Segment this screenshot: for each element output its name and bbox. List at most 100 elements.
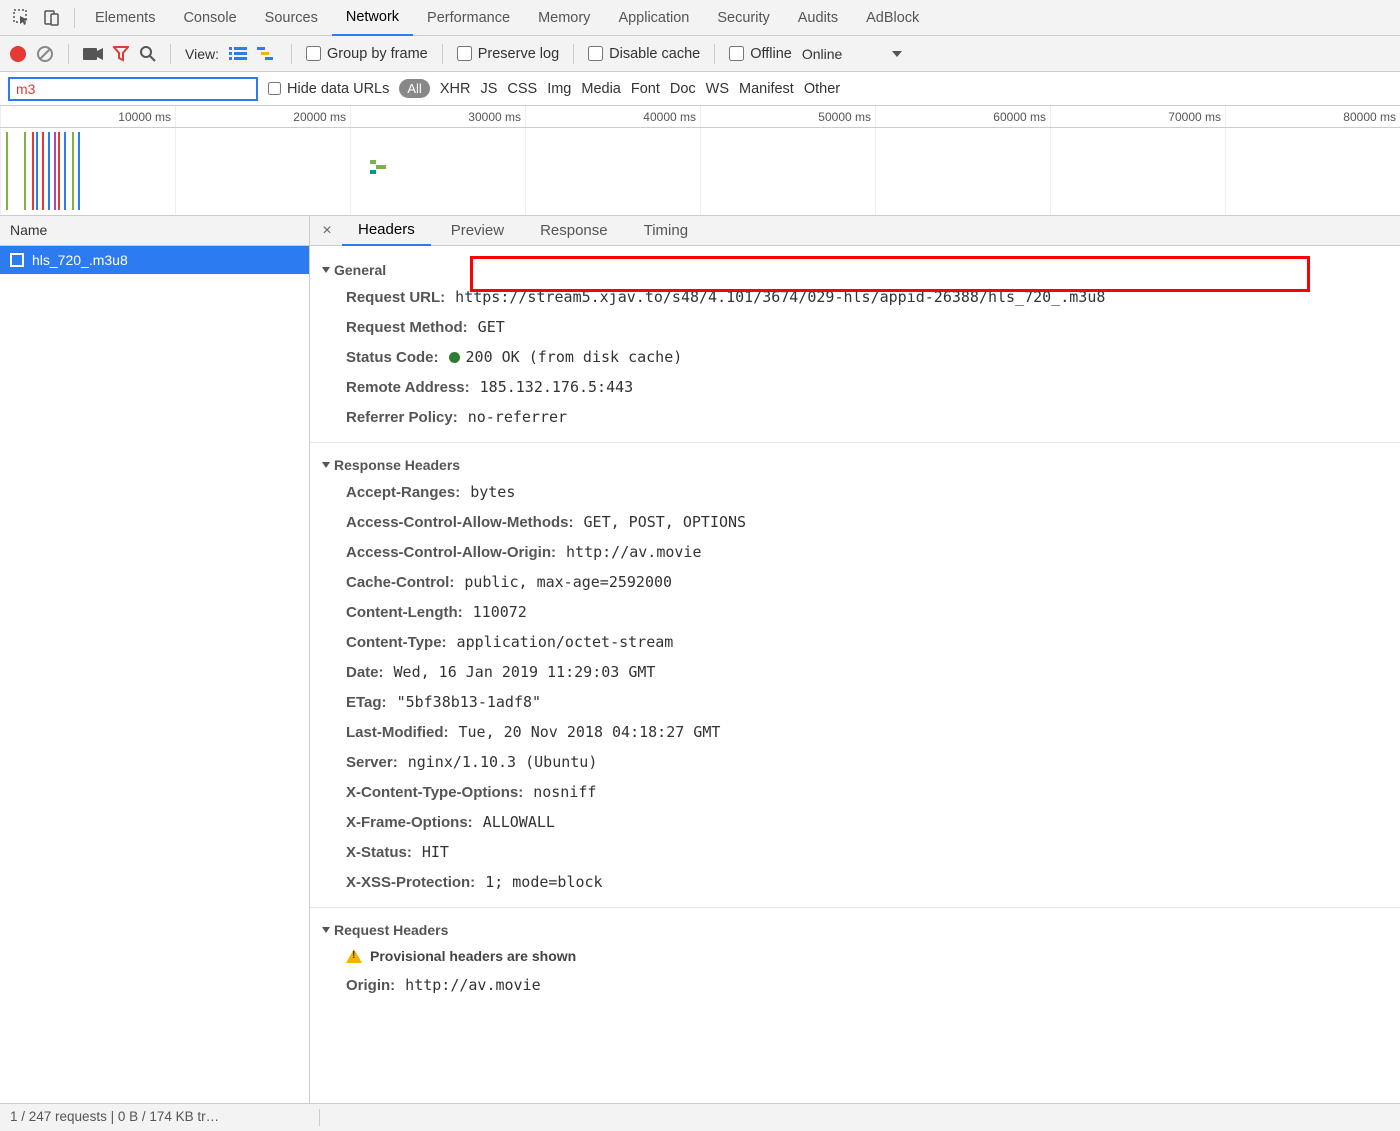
group-by-frame-checkbox[interactable]: Group by frame [306,46,428,62]
ruler-tick: 60000 ms [875,106,1050,127]
ruler-tick: 10000 ms [0,106,175,127]
tab-console[interactable]: Console [169,1,250,35]
kv-value: bytes [470,483,515,501]
filter-input[interactable] [8,77,258,101]
devtools-main-tabs: Elements Console Sources Network Perform… [0,0,1400,36]
kv-key: Request Method: [346,319,468,336]
kv-key: Request URL: [346,289,445,306]
close-details-button[interactable]: × [316,222,338,240]
detail-body[interactable]: General Request URL: https://stream5.xja… [310,246,1400,1103]
hide-data-urls-checkbox[interactable]: Hide data URLs [268,81,389,97]
warning-icon [346,949,362,963]
tab-elements[interactable]: Elements [81,1,169,35]
provisional-text: Provisional headers are shown [370,948,576,964]
request-details: × Headers Preview Response Timing Genera… [310,216,1400,1103]
filter-type-all[interactable]: All [399,79,429,98]
kv-value: 1; mode=block [485,873,602,891]
search-icon[interactable] [139,45,156,62]
filter-type-manifest[interactable]: Manifest [739,81,794,97]
request-row[interactable]: hls_720_.m3u8 [0,246,309,274]
preserve-log-checkbox[interactable]: Preserve log [457,46,559,62]
filter-type-ws[interactable]: WS [706,81,729,97]
section-general: General Request URL: https://stream5.xja… [310,248,1400,443]
tab-performance[interactable]: Performance [413,1,524,35]
tab-memory[interactable]: Memory [524,1,604,35]
chevron-down-icon [322,267,330,273]
network-timeline[interactable]: 10000 ms 20000 ms 30000 ms 40000 ms 5000… [0,106,1400,216]
separator [68,44,69,64]
file-icon [10,253,24,267]
kv-key: Content-Type: [346,634,447,651]
kv-value: application/octet-stream [457,633,674,651]
tab-network[interactable]: Network [332,0,413,36]
filter-type-img[interactable]: Img [547,81,571,97]
record-button[interactable] [10,46,26,62]
section-response-headers-toggle[interactable]: Response Headers [322,451,1388,479]
tab-application[interactable]: Application [604,1,703,35]
kv-value: 110072 [473,603,527,621]
kv-value: ALLOWALL [483,813,555,831]
kv-key: Status Code: [346,349,439,366]
ruler-tick: 70000 ms [1050,106,1225,127]
tab-sources[interactable]: Sources [251,1,332,35]
kv-key: X-Frame-Options: [346,814,473,831]
kv-value: nosniff [533,783,596,801]
inspect-element-icon[interactable] [8,4,36,32]
name-column-header[interactable]: Name [0,216,309,246]
disable-cache-checkbox[interactable]: Disable cache [588,46,700,62]
section-request-headers-toggle[interactable]: Request Headers [322,916,1388,944]
tab-preview[interactable]: Preview [435,216,520,245]
kv-value: no-referrer [468,408,567,426]
waterfall-view-icon[interactable] [257,47,277,61]
tab-response[interactable]: Response [524,216,624,245]
throttling-select[interactable]: Online [802,46,842,62]
kv-key: ETag: [346,694,387,711]
kv-key: Access-Control-Allow-Origin: [346,544,556,561]
kv-value: GET [478,318,505,336]
filter-type-js[interactable]: JS [480,81,497,97]
tab-headers[interactable]: Headers [342,215,431,246]
ruler-tick: 80000 ms [1225,106,1400,127]
kv-key: X-Status: [346,844,412,861]
filter-type-font[interactable]: Font [631,81,660,97]
list-view-icon[interactable] [229,47,247,61]
filter-type-other[interactable]: Other [804,81,840,97]
ruler-tick: 50000 ms [700,106,875,127]
kv-key: Cache-Control: [346,574,454,591]
filter-type-media[interactable]: Media [581,81,621,97]
tab-audits[interactable]: Audits [784,1,852,35]
kv-value: GET, POST, OPTIONS [584,513,747,531]
offline-checkbox[interactable]: Offline [729,46,792,62]
filter-toggle-icon[interactable] [113,46,129,62]
kv-key: Remote Address: [346,379,470,396]
filter-type-xhr[interactable]: XHR [440,81,471,97]
tab-security[interactable]: Security [703,1,783,35]
device-toggle-icon[interactable] [38,4,66,32]
tab-adblock[interactable]: AdBlock [852,1,933,35]
section-response-headers: Response Headers Accept-Ranges: bytes Acc… [310,443,1400,908]
general-referrer-policy: Referrer Policy: no-referrer [322,404,1388,434]
filter-type-css[interactable]: CSS [507,81,537,97]
kv-value: nginx/1.10.3 (Ubuntu) [408,753,598,771]
footer-summary: 1 / 247 requests | 0 B / 174 KB tr… [10,1109,320,1126]
section-general-toggle[interactable]: General [322,256,1388,284]
separator [291,44,292,64]
throttling-dropdown-icon[interactable] [892,51,902,57]
ruler-tick: 20000 ms [175,106,350,127]
tab-timing[interactable]: Timing [628,216,704,245]
ruler-tick: 30000 ms [350,106,525,127]
kv-key: X-XSS-Protection: [346,874,475,891]
section-request-headers: Request Headers Provisional headers are … [310,908,1400,1010]
filter-type-doc[interactable]: Doc [670,81,696,97]
group-by-frame-label: Group by frame [327,46,428,62]
kv-key: Accept-Ranges: [346,484,460,501]
clear-icon[interactable] [36,45,54,63]
kv-value: HIT [422,843,449,861]
kv-value: "5bf38b13-1adf8" [397,693,542,711]
kv-key: Server: [346,754,398,771]
screenshot-icon[interactable] [83,47,103,61]
network-filter-bar: Hide data URLs All XHR JS CSS Img Media … [0,72,1400,106]
separator [74,8,75,28]
section-request-headers-title: Request Headers [334,922,448,938]
timeline-chart [0,128,1400,214]
